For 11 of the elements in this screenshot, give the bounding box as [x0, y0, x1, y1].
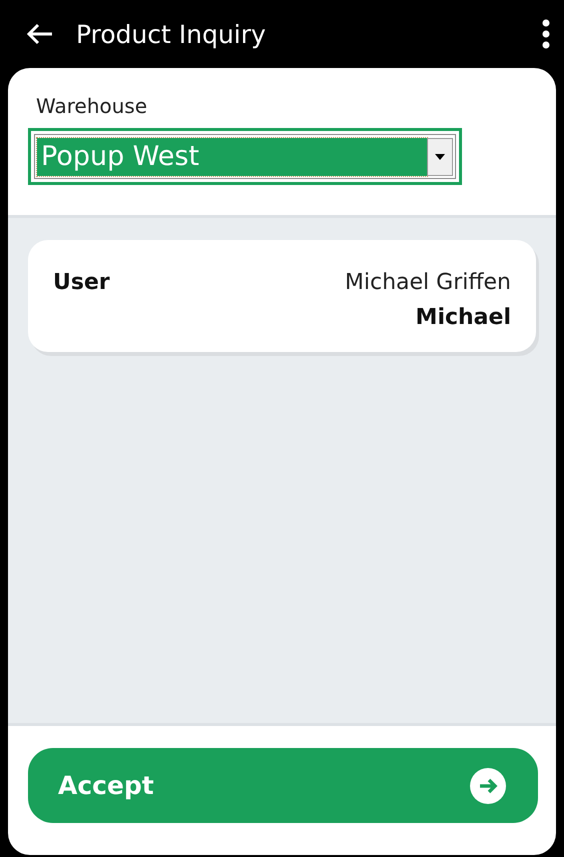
dropdown-icon[interactable] [427, 138, 453, 176]
warehouse-dropdown[interactable]: Popup West [28, 128, 462, 185]
back-arrow-icon[interactable] [26, 23, 54, 45]
user-label: User [53, 270, 110, 297]
arrow-right-icon [470, 768, 506, 804]
user-full-name: Michael Griffen [344, 270, 511, 295]
field-label: Warehouse [36, 94, 148, 118]
screen-title: Product Inquiry [76, 20, 267, 48]
username: Michael [416, 305, 511, 330]
more-icon[interactable] [542, 19, 550, 49]
accept-button[interactable]: Accept [28, 748, 538, 823]
